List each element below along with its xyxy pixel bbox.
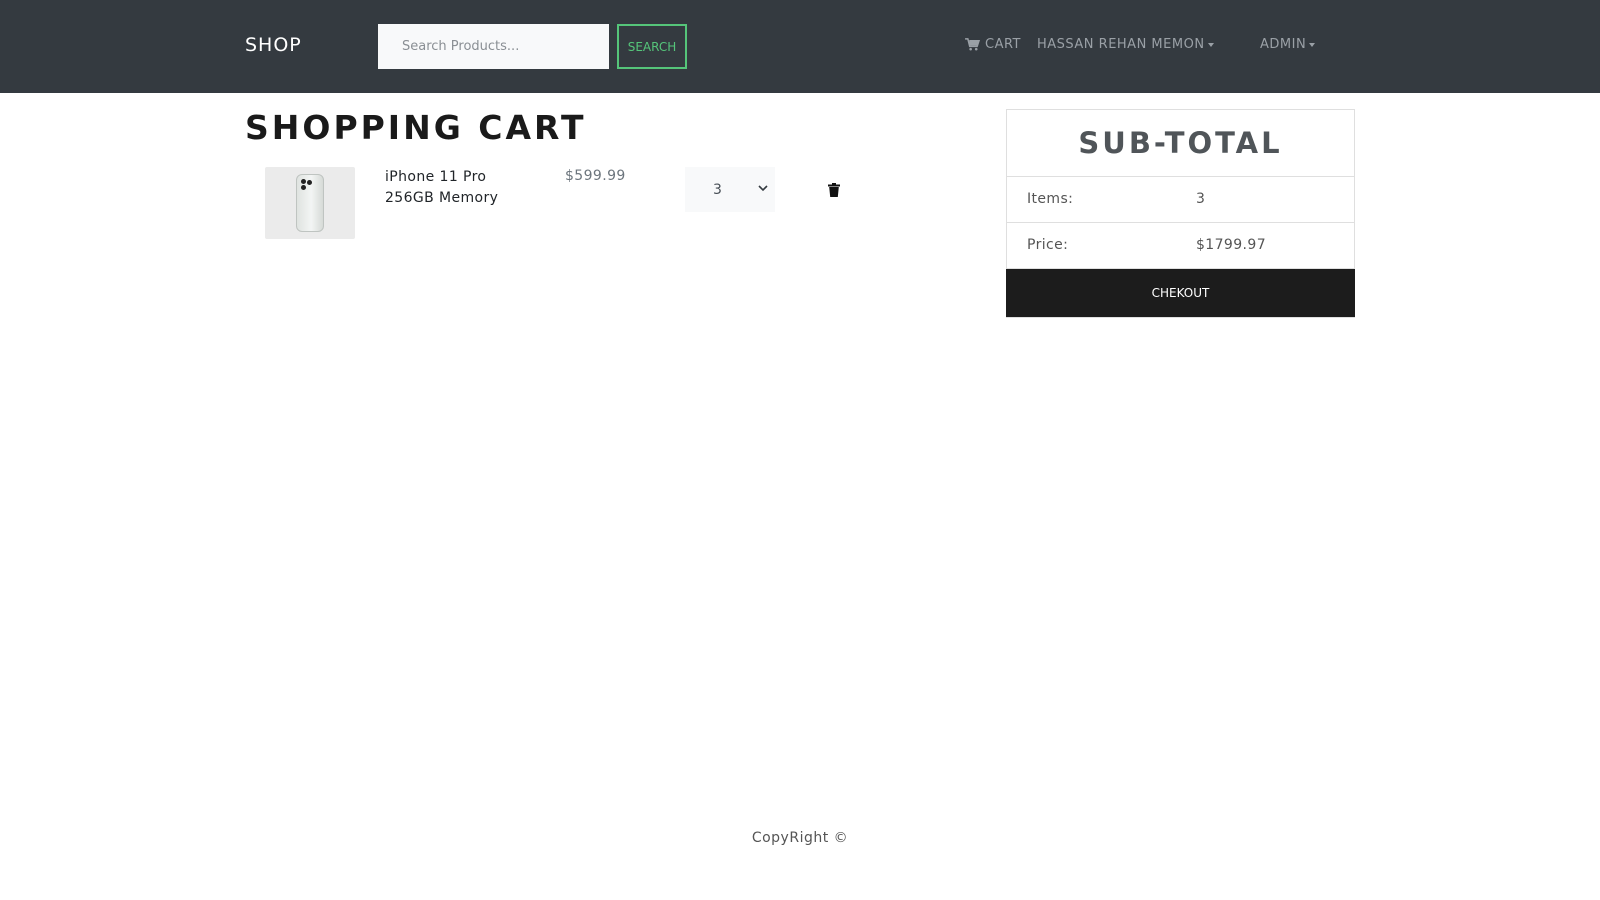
nav-cart-link[interactable]: CART xyxy=(965,37,1021,52)
chevron-down-icon xyxy=(758,185,768,192)
quantity-select[interactable]: 3 xyxy=(685,167,775,212)
trash-icon[interactable] xyxy=(828,183,840,197)
product-image[interactable] xyxy=(265,167,355,239)
nav-cart-label: CART xyxy=(985,37,1021,52)
summary-items-row: Items: 3 xyxy=(1007,177,1354,223)
brand-logo[interactable]: SHOP xyxy=(245,34,302,56)
quantity-value: 3 xyxy=(713,181,722,198)
caret-down-icon xyxy=(1309,42,1316,47)
page-title: SHOPPING CART xyxy=(245,108,587,147)
search-button[interactable]: SEARCH xyxy=(617,24,687,69)
subtotal-title: SUB-TOTAL xyxy=(1007,110,1354,177)
cart-icon xyxy=(965,38,980,51)
navbar: SHOP SEARCH CART HASSAN REHAN MEMON ADMI… xyxy=(0,0,1600,93)
phone-image-icon xyxy=(296,174,324,232)
price-label: Price: xyxy=(1027,237,1069,253)
admin-menu-dropdown[interactable]: ADMIN xyxy=(1260,37,1316,52)
checkout-button[interactable]: CHEKOUT xyxy=(1006,269,1355,317)
caret-down-icon xyxy=(1207,42,1214,47)
user-menu-label: HASSAN REHAN MEMON xyxy=(1037,37,1205,52)
admin-menu-label: ADMIN xyxy=(1260,37,1307,52)
items-count: 3 xyxy=(1196,191,1206,207)
user-menu-dropdown[interactable]: HASSAN REHAN MEMON xyxy=(1037,37,1214,52)
subtotal-panel: SUB-TOTAL Items: 3 Price: $1799.97 CHEKO… xyxy=(1006,109,1355,318)
price-total: $1799.97 xyxy=(1196,237,1267,253)
product-name-link[interactable]: iPhone 11 Pro 256GB Memory xyxy=(385,167,535,209)
search-input[interactable] xyxy=(378,24,609,69)
product-price: $599.99 xyxy=(565,168,626,184)
items-label: Items: xyxy=(1027,191,1074,207)
summary-price-row: Price: $1799.97 xyxy=(1007,223,1354,269)
footer-copyright: CopyRight © xyxy=(751,830,849,846)
